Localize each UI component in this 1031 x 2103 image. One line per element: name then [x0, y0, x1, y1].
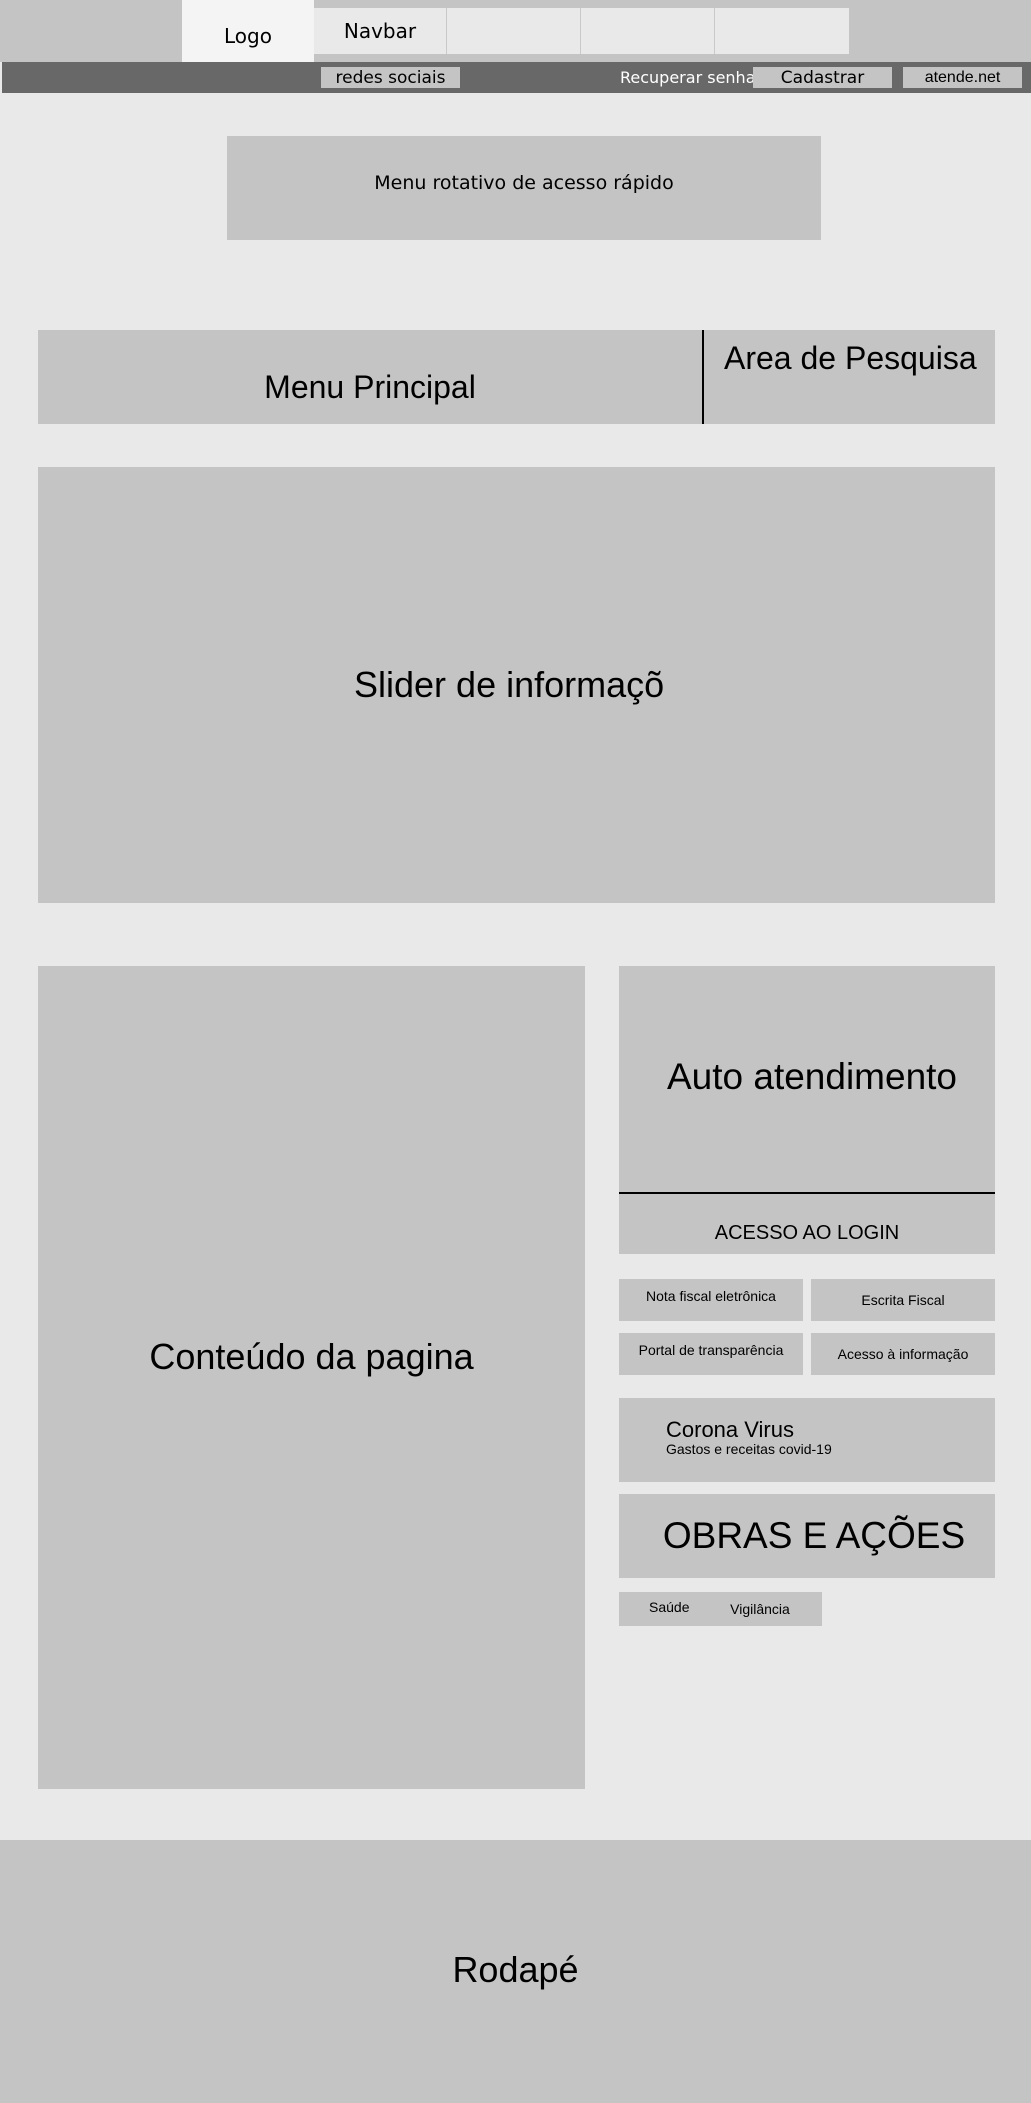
nav-item-2[interactable] [447, 8, 581, 54]
tag-surveillance[interactable]: Vigilância [709, 1592, 809, 1626]
login-button[interactable]: ACESSO AO LOGIN [619, 1194, 995, 1254]
slider-label: Slider de informações [354, 664, 703, 705]
nav-item-1[interactable]: Navbar [314, 8, 447, 54]
nav-item-4[interactable] [715, 8, 849, 54]
search-area[interactable]: Area de Pesquisa [704, 330, 995, 424]
page-content: Conteúdo da pagina [38, 966, 585, 1789]
corona-card-title: Corona Virus [666, 1417, 794, 1442]
slider-clip [664, 467, 995, 903]
works-and-actions-banner[interactable]: OBRAS E AÇÕES [619, 1494, 995, 1578]
atende-net-button[interactable]: atende.net [903, 67, 1022, 88]
quick-link-tax-records[interactable]: Escrita Fiscal [811, 1279, 995, 1321]
self-service-panel[interactable]: Auto atendimento [619, 966, 995, 1192]
corona-virus-card[interactable]: Corona Virus Gastos e receitas covid-19 [619, 1398, 995, 1482]
nav-item-3[interactable] [581, 8, 715, 54]
quick-link-information-access[interactable]: Acesso à informação [811, 1333, 995, 1375]
tag-health[interactable]: Saúde [649, 1592, 689, 1622]
quick-link-transparency-portal[interactable]: Portal de transparência [619, 1333, 803, 1375]
social-links-button[interactable]: redes sociais [321, 67, 460, 88]
recover-password-link[interactable]: Recuperar senha [620, 66, 756, 89]
footer: Rodapé [0, 1840, 1031, 2103]
quick-link-electronic-invoice[interactable]: Nota fiscal eletrônica [619, 1279, 803, 1321]
corona-card-subtitle: Gastos e receitas covid-19 [666, 1441, 832, 1457]
main-menu[interactable]: Menu Principal [38, 330, 702, 424]
quick-access-carousel[interactable]: Menu rotativo de acesso rápido [227, 136, 821, 240]
signup-button[interactable]: Cadastrar [753, 67, 892, 88]
